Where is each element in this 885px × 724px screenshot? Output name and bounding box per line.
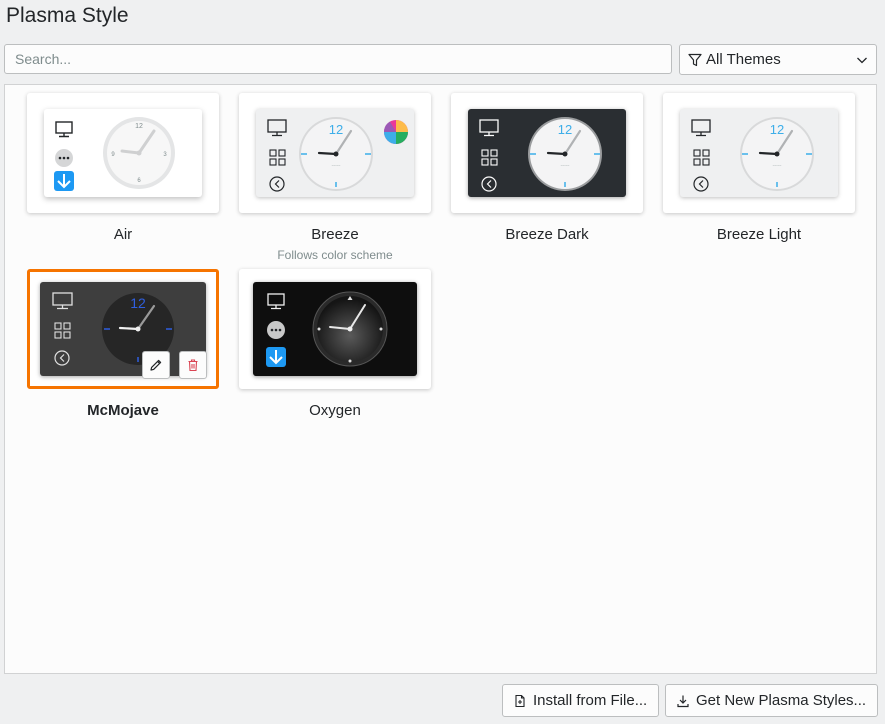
theme-card-mcmojave[interactable]: 12 McMojave	[27, 269, 219, 419]
theme-preview-frame[interactable]: 12 ~~~~~	[663, 93, 855, 213]
get-new-plasma-styles-button[interactable]: Get New Plasma Styles...	[665, 684, 878, 717]
svg-text:~~~~~: ~~~~~	[561, 163, 570, 167]
theme-preview-breeze-dark: 12 ~~~~~	[468, 109, 626, 197]
search-input[interactable]	[4, 44, 672, 74]
theme-grid: 12 3 6 9 Air 12 ~~~~~ Breeze Follows col…	[4, 84, 877, 674]
theme-preview-oxygen	[253, 282, 417, 376]
get-new-plasma-styles-label: Get New Plasma Styles...	[696, 692, 867, 709]
svg-text:12: 12	[135, 123, 143, 130]
window-title: Plasma Style	[6, 4, 129, 27]
svg-text:~~~~~: ~~~~~	[773, 163, 782, 167]
theme-preview-frame[interactable]	[239, 269, 431, 389]
filter-label: All Themes	[706, 51, 781, 68]
clock-twelve-label: 12	[130, 295, 146, 311]
theme-preview-frame[interactable]: 12 ~~~~~	[239, 93, 431, 213]
theme-name: Breeze Light	[716, 226, 802, 243]
theme-preview-breeze-light: 12 ~~~~~	[680, 109, 838, 197]
install-from-file-button[interactable]: Install from File...	[502, 684, 659, 717]
svg-text:~~~~~: ~~~~~	[332, 163, 341, 167]
theme-card-breeze[interactable]: 12 ~~~~~ Breeze Follows color scheme	[239, 93, 431, 262]
theme-name: Breeze Dark	[505, 226, 589, 243]
install-from-file-label: Install from File...	[533, 692, 648, 709]
document-import-icon	[515, 694, 525, 707]
theme-preview-breeze: 12 ~~~~~	[256, 109, 414, 197]
edit-theme-button[interactable]	[142, 351, 170, 379]
clock-twelve-label: 12	[329, 122, 343, 137]
funnel-icon	[688, 53, 702, 66]
theme-card-oxygen[interactable]: Oxygen	[239, 269, 431, 419]
chevron-down-icon	[857, 57, 867, 63]
theme-preview-frame[interactable]: 12 ~~~~~	[451, 93, 643, 213]
trash-icon	[188, 359, 198, 372]
theme-name: Breeze	[311, 226, 359, 243]
delete-theme-button[interactable]	[179, 351, 207, 379]
theme-preview-air: 12 3 6 9	[44, 109, 202, 197]
theme-filter-dropdown[interactable]: All Themes	[679, 44, 877, 75]
theme-card-air[interactable]: 12 3 6 9 Air	[27, 93, 219, 243]
theme-name: Oxygen	[309, 402, 361, 419]
theme-subtitle: Follows color scheme	[277, 248, 393, 262]
clock-twelve-label: 12	[558, 122, 572, 137]
download-icon	[677, 695, 689, 707]
theme-name: McMojave	[87, 402, 159, 419]
theme-card-breeze-light[interactable]: 12 ~~~~~ Breeze Light	[663, 93, 855, 243]
theme-preview-frame[interactable]: 12 3 6 9	[27, 93, 219, 213]
theme-name: Air	[113, 226, 133, 243]
pencil-icon	[150, 359, 162, 371]
clock-twelve-label: 12	[770, 122, 784, 137]
theme-card-breeze-dark[interactable]: 12 ~~~~~ Breeze Dark	[451, 93, 643, 243]
theme-preview-frame[interactable]: 12	[27, 269, 219, 389]
